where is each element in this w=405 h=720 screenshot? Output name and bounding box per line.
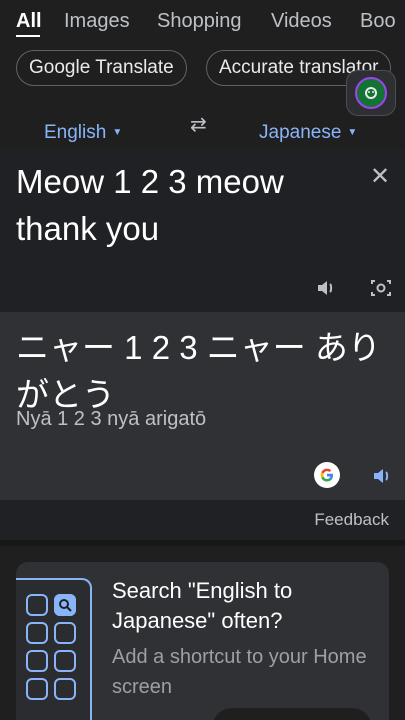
promo-description: Add a shortcut to your Home screen [112,646,367,698]
app-grid-cell [54,622,76,644]
source-language-selector[interactable]: English ▼ [44,122,122,144]
app-grid-cell [26,678,48,700]
app-grid-cell [54,678,76,700]
tab-all[interactable]: All [16,10,42,33]
translation-card: ニャー 1 2 3 ニャー ありがとう Nyā 1 2 3 nyā arigat… [0,312,405,500]
source-language-label: English [44,122,107,143]
app-grid-cell [26,622,48,644]
tab-images[interactable]: Images [64,10,130,33]
google-logo-icon[interactable] [314,462,340,488]
shortcut-promo-card: Search "English to Japanese" often? Add … [16,562,389,720]
translated-text: ニャー 1 2 3 ニャー ありがとう [16,329,381,413]
source-text-input[interactable]: Meow 1 2 3 meow thank you [16,158,356,252]
app-grid-cell [26,594,48,616]
phone-illustration [16,578,92,720]
search-icon [54,594,76,616]
suggestion-chips: Google Translate Accurate translator [0,50,405,88]
promo-title: Search "English to Japanese" often? [112,578,293,633]
app-grid-cell [26,650,48,672]
app-grid-cell [54,650,76,672]
tab-shopping[interactable]: Shopping [157,10,242,33]
target-language-selector[interactable]: Japanese ▼ [259,122,357,144]
search-tabs: All Images Shopping Videos Boo [0,0,405,46]
camera-search-icon[interactable] [369,276,393,300]
feedback-link[interactable]: Feedback [314,510,389,530]
chip-google-translate[interactable]: Google Translate [16,50,187,86]
chevron-down-icon: ▼ [112,127,123,139]
tab-books[interactable]: Boo [360,10,396,33]
add-shortcut-button[interactable] [212,708,372,720]
feedback-row: Feedback [0,500,405,540]
language-bar: English ▼ ⇄ Japanese ▼ [0,100,405,148]
target-language-label: Japanese [259,122,342,143]
section-divider [0,540,405,546]
tab-videos[interactable]: Videos [271,10,332,33]
source-text-card: Meow 1 2 3 meow thank you ✕ [0,148,405,312]
swap-arrows-icon[interactable]: ⇄ [190,112,207,137]
romanization-text: Nyā 1 2 3 nyā arigatō [16,408,207,430]
speaker-icon[interactable] [314,276,338,300]
active-tab-indicator [16,35,40,37]
close-icon[interactable]: ✕ [370,162,390,191]
speaker-icon[interactable] [370,464,394,488]
chevron-down-icon: ▼ [347,127,358,139]
